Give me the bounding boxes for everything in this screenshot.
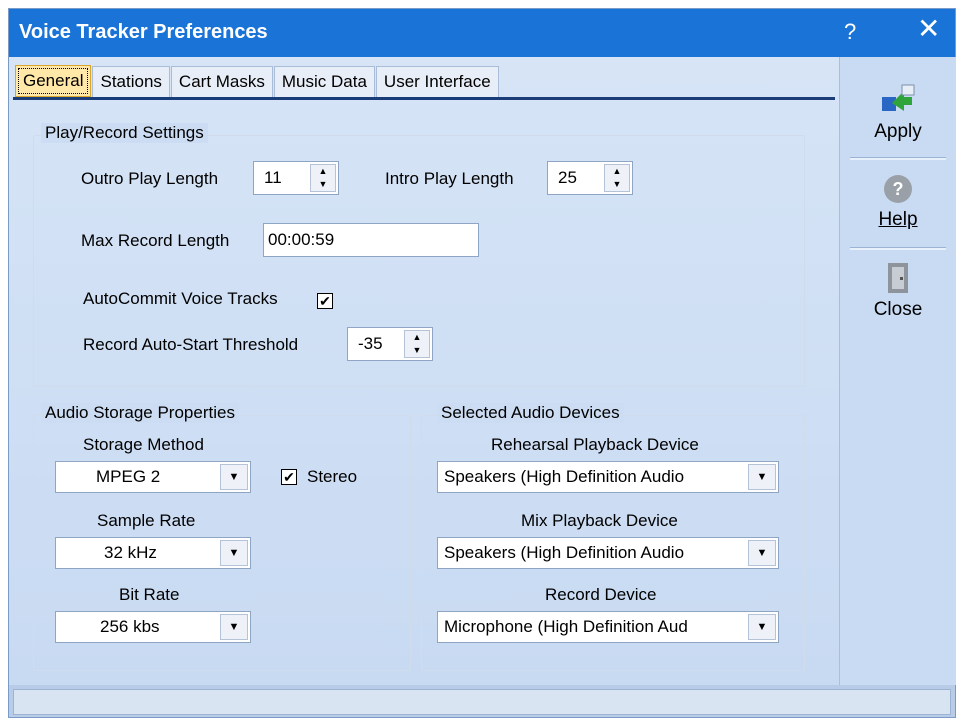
spin-up-icon[interactable]: ▲ — [405, 331, 429, 344]
help-icon[interactable]: ? — [844, 19, 856, 45]
autocommit-label: AutoCommit Voice Tracks — [83, 289, 278, 308]
outro-play-length-spinner[interactable]: 11 ▲ ▼ — [253, 161, 339, 195]
bit-rate-value[interactable]: 256 kbs — [100, 617, 160, 637]
chevron-down-icon[interactable]: ▼ — [748, 540, 776, 566]
intro-play-length-spinner[interactable]: 25 ▲ ▼ — [547, 161, 633, 195]
sample-rate-label: Sample Rate — [97, 511, 196, 530]
sample-rate-value[interactable]: 32 kHz — [104, 543, 157, 563]
tab-general[interactable]: General — [15, 65, 92, 97]
intro-play-length-label: Intro Play Length — [385, 169, 514, 188]
divider — [850, 157, 946, 160]
sample-rate-dropdown[interactable]: 32 kHz ▼ — [55, 537, 251, 569]
command-sidebar: Apply ? Help Close — [839, 57, 956, 685]
tab-strip: General Stations Cart Masks Music Data U… — [15, 65, 500, 97]
chevron-down-icon[interactable]: ▼ — [220, 614, 248, 640]
stereo-label: Stereo — [307, 467, 358, 486]
record-threshold-label: Record Auto-Start Threshold — [83, 335, 299, 354]
tab-stations[interactable]: Stations — [92, 66, 170, 97]
close-label: Close — [873, 299, 923, 320]
apply-icon — [878, 83, 918, 117]
chevron-down-icon[interactable]: ▼ — [748, 614, 776, 640]
title-bar: Voice Tracker Preferences ? ✕ — [9, 9, 955, 57]
record-threshold-spinner[interactable]: -35 ▲ ▼ — [347, 327, 433, 361]
tab-user-interface[interactable]: User Interface — [375, 66, 499, 97]
apply-button[interactable]: Apply — [840, 83, 956, 143]
rehearsal-device-value[interactable]: Speakers (High Definition Audio — [444, 467, 684, 487]
preferences-window: Voice Tracker Preferences ? ✕ General St… — [8, 8, 956, 718]
chevron-down-icon[interactable]: ▼ — [220, 540, 248, 566]
spin-down-icon[interactable]: ▼ — [605, 178, 629, 191]
spinner-arrows[interactable]: ▲ ▼ — [404, 330, 430, 358]
help-label: Help — [878, 209, 918, 230]
max-record-length-field[interactable]: 00:00:59 — [263, 223, 479, 257]
spin-down-icon[interactable]: ▼ — [405, 344, 429, 357]
audio-devices-group-label: Selected Audio Devices — [437, 403, 624, 423]
bit-rate-dropdown[interactable]: 256 kbs ▼ — [55, 611, 251, 643]
stereo-checkbox[interactable]: ✔ — [281, 469, 297, 485]
storage-method-dropdown[interactable]: MPEG 2 ▼ — [55, 461, 251, 493]
window-title: Voice Tracker Preferences — [19, 21, 268, 43]
tab-cart-masks[interactable]: Cart Masks — [170, 66, 273, 97]
help-circle-icon: ? — [882, 173, 914, 205]
spin-up-icon[interactable]: ▲ — [605, 165, 629, 178]
spinner-arrows[interactable]: ▲ ▼ — [604, 164, 630, 192]
door-icon — [882, 261, 914, 295]
mix-device-dropdown[interactable]: Speakers (High Definition Audio ▼ — [437, 537, 779, 569]
intro-play-length-value[interactable]: 25 — [558, 168, 577, 188]
record-device-value[interactable]: Microphone (High Definition Aud — [444, 617, 688, 637]
apply-label: Apply — [874, 121, 922, 142]
close-button[interactable]: Close — [840, 261, 956, 321]
mix-device-value[interactable]: Speakers (High Definition Audio — [444, 543, 684, 563]
outro-play-length-value[interactable]: 11 — [264, 168, 282, 188]
rehearsal-device-label: Rehearsal Playback Device — [491, 435, 699, 454]
storage-method-value[interactable]: MPEG 2 — [96, 467, 160, 487]
rehearsal-device-dropdown[interactable]: Speakers (High Definition Audio ▼ — [437, 461, 779, 493]
close-icon[interactable]: ✕ — [917, 15, 940, 43]
storage-method-label: Storage Method — [83, 435, 204, 454]
record-device-label: Record Device — [545, 585, 657, 604]
help-button[interactable]: ? Help — [840, 173, 956, 231]
main-panel: General Stations Cart Masks Music Data U… — [9, 57, 839, 685]
svg-text:?: ? — [893, 179, 904, 199]
bit-rate-label: Bit Rate — [119, 585, 180, 604]
record-threshold-value[interactable]: -35 — [358, 334, 383, 354]
spin-down-icon[interactable]: ▼ — [311, 178, 335, 191]
chevron-down-icon[interactable]: ▼ — [220, 464, 248, 490]
audio-storage-group-label: Audio Storage Properties — [41, 403, 239, 423]
outro-play-length-label: Outro Play Length — [81, 169, 219, 188]
autocommit-checkbox[interactable]: ✔ — [317, 293, 333, 309]
divider — [850, 247, 946, 250]
play-record-group-label: Play/Record Settings — [41, 123, 208, 143]
tab-music-data[interactable]: Music Data — [273, 66, 375, 97]
record-device-dropdown[interactable]: Microphone (High Definition Aud ▼ — [437, 611, 779, 643]
spin-up-icon[interactable]: ▲ — [311, 165, 335, 178]
status-bar — [13, 689, 951, 715]
chevron-down-icon[interactable]: ▼ — [748, 464, 776, 490]
max-record-length-label: Max Record Length — [81, 231, 230, 250]
spinner-arrows[interactable]: ▲ ▼ — [310, 164, 336, 192]
mix-device-label: Mix Playback Device — [521, 511, 678, 530]
tab-divider — [13, 97, 835, 100]
